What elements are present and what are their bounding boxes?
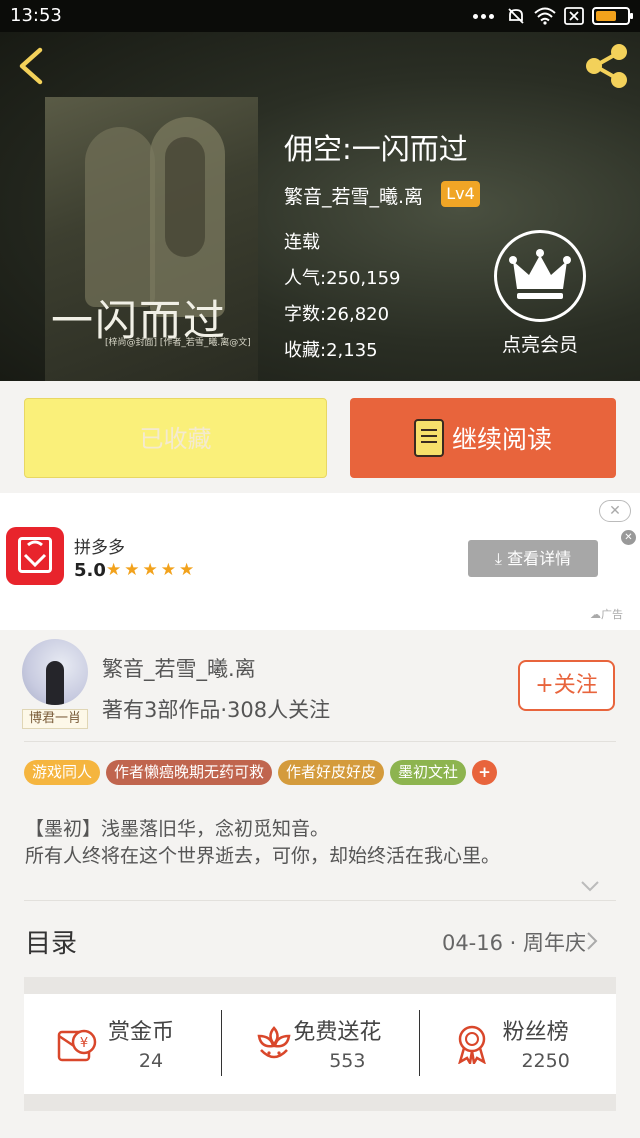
stat-label: 收藏:	[284, 340, 327, 361]
chevron-down-icon[interactable]	[580, 880, 600, 892]
tag-chip[interactable]: 墨初文社	[390, 760, 467, 785]
ad-app-name: 拼多多	[74, 538, 125, 558]
flower-icon	[257, 1026, 291, 1059]
sim-off-icon	[564, 7, 584, 25]
book-status: 连载	[284, 232, 320, 253]
continue-reading-button[interactable]: 继续阅读	[350, 398, 616, 478]
reward-bar: ¥ 赏金币 24 免费送花 553 粉丝榜 2250	[24, 994, 616, 1094]
tag-chip[interactable]: 作者懒癌晚期无药可救	[106, 760, 273, 785]
reward-fan-ranking[interactable]: 粉丝榜 2250	[418, 994, 616, 1094]
pinduoduo-logo-icon	[6, 527, 64, 585]
wifi-icon	[534, 7, 556, 25]
mute-icon	[508, 8, 524, 24]
section-gap	[24, 1094, 616, 1111]
continue-reading-label: 继续阅读	[451, 425, 552, 454]
catalog-title: 目录	[25, 929, 78, 959]
member-button[interactable]: 点亮会员	[490, 228, 590, 358]
more-dots-icon	[473, 13, 494, 19]
back-button[interactable]	[14, 44, 54, 88]
reward-label: 免费送花	[293, 1020, 382, 1045]
ad-detail-label: 查看详情	[507, 549, 572, 568]
add-tag-button[interactable]: +	[472, 760, 498, 785]
crown-icon	[509, 249, 571, 299]
ad-rating: 5.0	[74, 560, 106, 581]
book-cover[interactable]: 一闪而过 [梓尚@封面] [作者_若雪_曦.离@文]	[45, 97, 258, 381]
book-intro[interactable]: 【墨初】浅墨落旧华，念初觅知音。 所有人终将在这个世界逝去，可你，却始终活在我心…	[25, 816, 625, 870]
cloud-icon: ☁	[590, 608, 601, 621]
medal-icon	[457, 1025, 486, 1064]
avatar-tag: 博君一肖	[22, 709, 88, 729]
action-bar: 已收藏 继续阅读	[0, 381, 640, 493]
member-label: 点亮会员	[501, 334, 578, 356]
status-icons	[473, 6, 633, 26]
author-card-name[interactable]: 繁音_若雪_曦.离	[102, 653, 256, 683]
avatar[interactable]	[22, 639, 88, 705]
svg-text:¥: ¥	[80, 1036, 88, 1051]
section-gap	[24, 977, 616, 994]
ad-dismiss-icon[interactable]: ✕	[621, 530, 636, 545]
intro-line: 所有人终将在这个世界逝去，可你，却始终活在我心里。	[25, 845, 501, 867]
stat-label: 字数:	[284, 304, 327, 325]
reward-label: 粉丝榜	[502, 1020, 569, 1045]
ad-tag-label: 广告	[601, 608, 623, 621]
cover-subtitle: [梓尚@封面] [作者_若雪_曦.离@文]	[105, 338, 251, 348]
stat-value: 250,159	[326, 268, 401, 289]
reward-value: 553	[329, 1050, 366, 1072]
status-bar: 13:53	[0, 0, 640, 32]
tag-list: 游戏同人 作者懒癌晚期无药可救 作者好皮好皮 墨初文社 +	[24, 760, 498, 785]
share-button[interactable]	[580, 42, 632, 90]
catalog-row[interactable]: 目录 04-16 · 周年庆	[0, 901, 640, 977]
stat-value: 2,135	[326, 340, 378, 361]
book-author[interactable]: 繁音_若雪_曦.离	[284, 182, 423, 209]
chevron-left-icon	[19, 47, 43, 85]
stat-value: 26,820	[326, 304, 390, 325]
share-icon	[586, 44, 627, 88]
book-icon	[413, 419, 444, 457]
download-icon: ⤓	[494, 549, 508, 568]
reward-coins[interactable]: ¥ 赏金币 24	[24, 994, 221, 1094]
book-header: 13:53 一闪而过 [梓尚@封面] [作者_若雪_曦.离@文] 佣空:一闪而过…	[0, 0, 640, 381]
cover-figure	[85, 127, 155, 307]
member-ring	[494, 230, 586, 322]
book-title: 佣空:一闪而过	[284, 132, 468, 166]
ad-stars-icon: ★★★★★	[106, 560, 198, 580]
author-section: 博君一肖 繁音_若雪_曦.离 著有3部作品·308人关注 +关注 游戏同人 作者…	[0, 630, 640, 900]
tag-chip[interactable]: 作者好皮好皮	[278, 760, 385, 785]
stat-favorites: 收藏:2,135	[284, 336, 378, 362]
ad-tag: ☁广告	[590, 606, 623, 622]
battery-icon	[592, 7, 633, 25]
intro-line: 【墨初】浅墨落旧华，念初觅知音。	[25, 818, 330, 840]
ad-banner[interactable]: 拼多多 5.0 ★★★★★ ⤓ 查看详情 ✕ ✕ ☁广告	[0, 493, 640, 630]
author-card-info: 著有3部作品·308人关注	[102, 698, 331, 722]
reward-value: 24	[138, 1050, 164, 1072]
status-time: 13:53	[10, 5, 62, 26]
stat-popularity: 人气:250,159	[284, 264, 401, 290]
ad-detail-button[interactable]: ⤓ 查看详情	[468, 540, 598, 577]
tag-chip[interactable]: 游戏同人	[24, 760, 101, 785]
catalog-latest-update: 04-16 · 周年庆	[441, 931, 586, 955]
cover-figure	[165, 137, 205, 257]
divider	[24, 741, 616, 742]
coin-envelope-icon: ¥	[57, 1029, 97, 1062]
author-level-badge: Lv4	[441, 181, 480, 207]
collected-button[interactable]: 已收藏	[24, 398, 327, 478]
reward-value: 2250	[521, 1050, 570, 1072]
reward-flowers[interactable]: 免费送花 553	[221, 994, 418, 1094]
reward-label: 赏金币	[108, 1020, 175, 1045]
stat-word-count: 字数:26,820	[284, 300, 389, 326]
chevron-right-icon	[587, 932, 598, 950]
stat-label: 人气:	[284, 268, 327, 289]
follow-button[interactable]: +关注	[518, 660, 615, 711]
ad-close-button[interactable]: ✕	[599, 500, 631, 522]
